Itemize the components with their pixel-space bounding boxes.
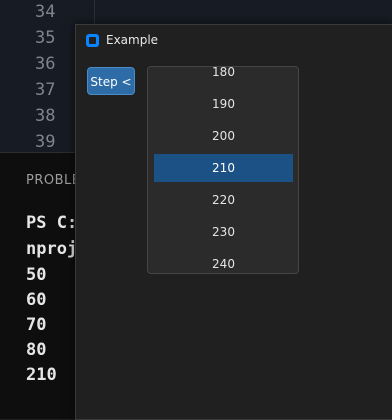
terminal-line: PS C: [26, 213, 78, 233]
list-item[interactable]: 240 [154, 250, 293, 273]
terminal-line: nproj [26, 239, 78, 259]
window-title: Example [106, 33, 159, 47]
terminal-line: 80 [26, 340, 47, 360]
step-button[interactable]: Step < [87, 67, 135, 95]
example-window: Example Step < 180 190 200 210 220 230 2… [75, 24, 392, 420]
list-item[interactable]: 220 [154, 186, 293, 214]
list-item-selected[interactable]: 210 [154, 154, 293, 182]
line-number: 38 [35, 106, 56, 126]
value-listbox[interactable]: 180 190 200 210 220 230 240 [147, 66, 299, 274]
list-item[interactable]: 200 [154, 122, 293, 150]
list-item[interactable]: 180 [154, 67, 293, 86]
line-number: 34 [35, 2, 56, 22]
app-icon [86, 34, 99, 47]
terminal-line: 50 [26, 265, 47, 285]
terminal-line: 70 [26, 315, 47, 335]
list-item[interactable]: 190 [154, 90, 293, 118]
line-number: 35 [35, 28, 56, 48]
line-number: 36 [35, 54, 56, 74]
list-item[interactable]: 230 [154, 218, 293, 246]
terminal-line: 210 [26, 365, 57, 385]
tab-problems[interactable]: PROBLE [26, 173, 80, 188]
line-number: 37 [35, 80, 56, 100]
terminal-line: 60 [26, 290, 47, 310]
window-titlebar[interactable]: Example [76, 25, 392, 56]
